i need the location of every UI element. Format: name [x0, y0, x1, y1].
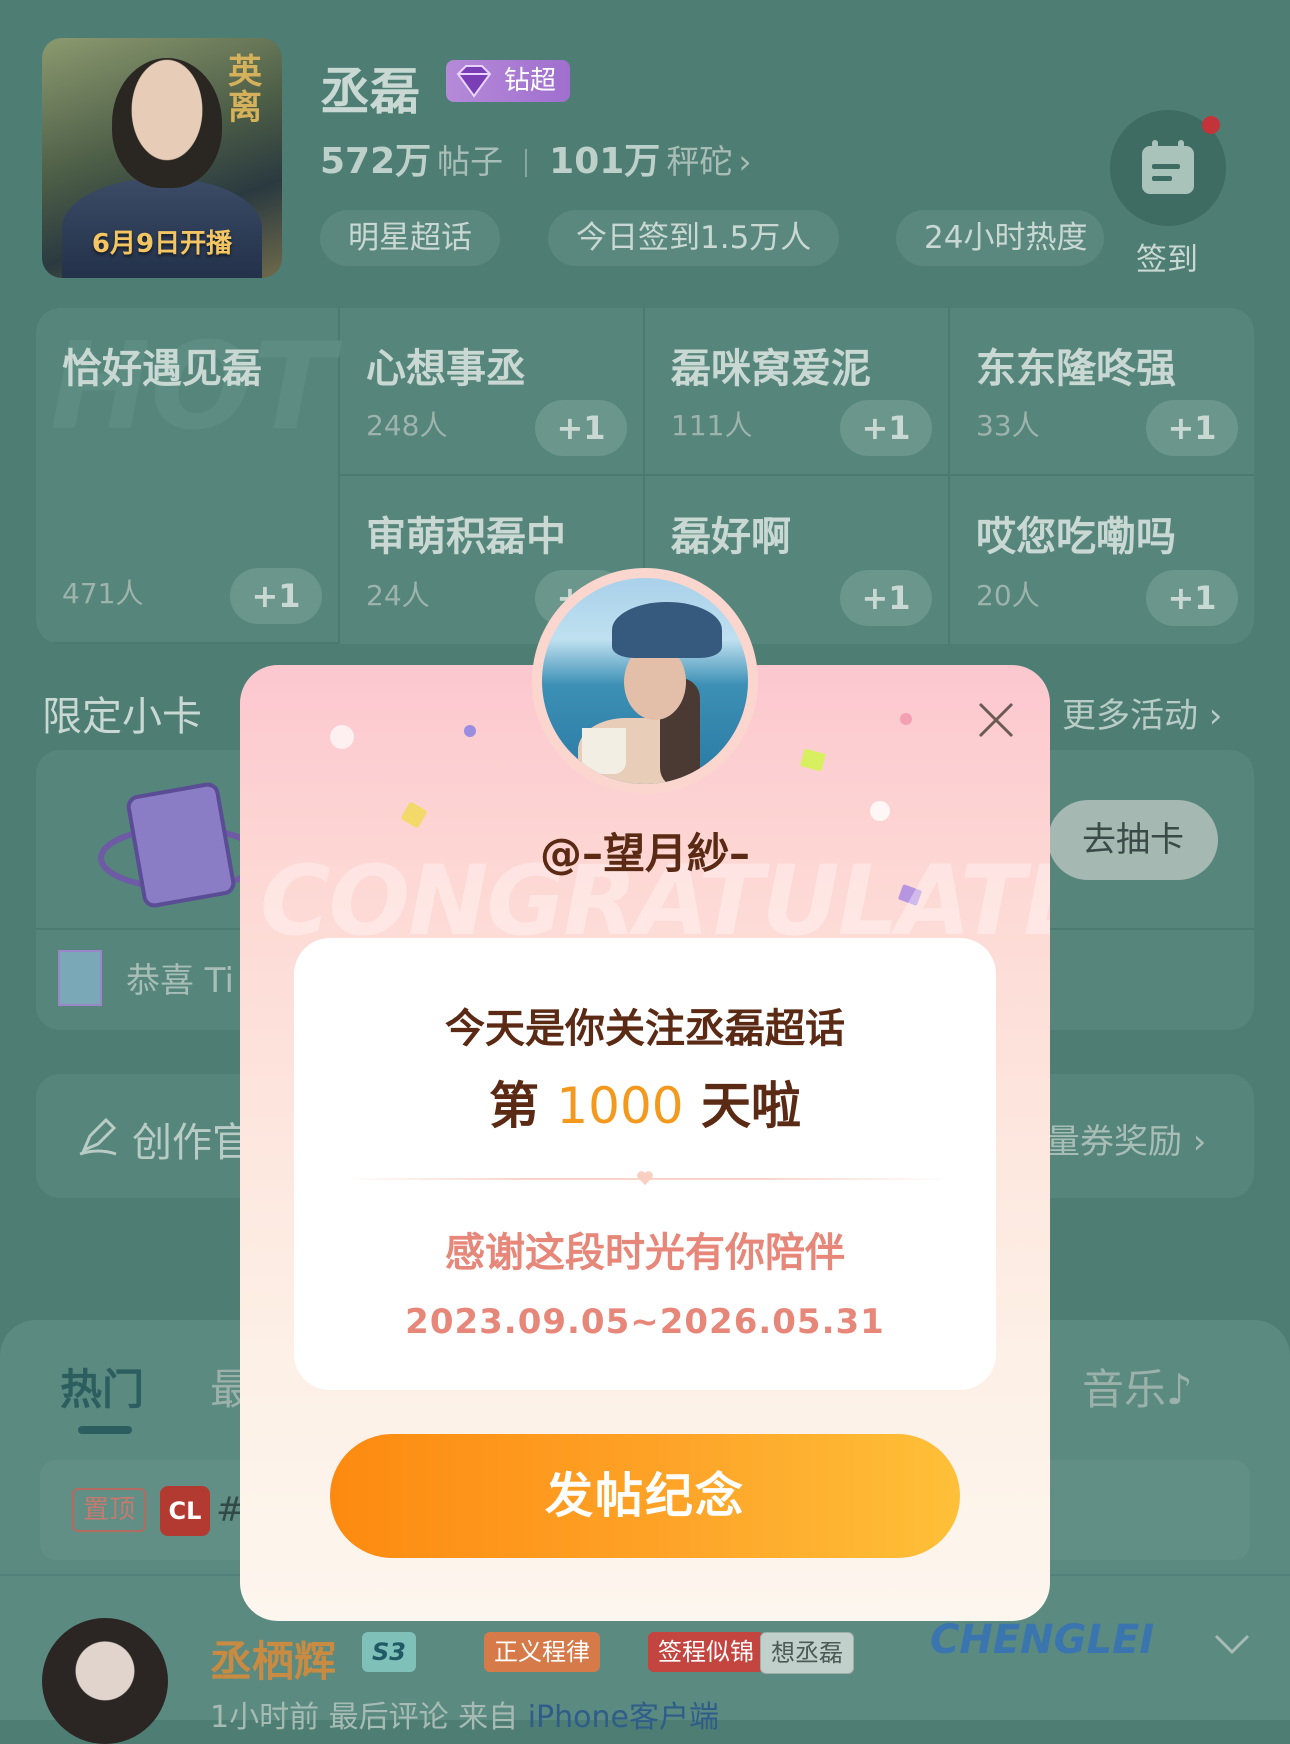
- reward-link[interactable]: 量券奖励 ›: [1046, 1114, 1206, 1163]
- badge-title: 哎您吃嘞吗: [976, 514, 1176, 560]
- badge-title: 审萌积磊中: [366, 514, 566, 560]
- supertopic-cover-image[interactable]: 英离 6月9日开播: [42, 38, 282, 278]
- chevron-right-icon: ›: [738, 142, 752, 181]
- badge-cell[interactable]: 哎您吃嘞吗 20人 +1: [950, 476, 1254, 644]
- pen-icon: [79, 1117, 117, 1156]
- more-activities-link[interactable]: 更多活动 ›: [1062, 688, 1222, 737]
- close-icon[interactable]: [974, 698, 1018, 742]
- user-badge: 签程似锦: [648, 1632, 764, 1672]
- supertopic-name: 丞磊: [320, 63, 420, 121]
- badge-title: 恰好遇见磊: [62, 346, 262, 392]
- cover-calligraphy: 英离: [228, 52, 262, 128]
- badge-count: 20人: [976, 579, 1040, 612]
- notification-dot: [1202, 116, 1220, 134]
- tab-hot[interactable]: 热门: [60, 1356, 144, 1417]
- plus-one-button[interactable]: +1: [230, 568, 322, 624]
- weights-label: 秤砣: [666, 142, 733, 181]
- winner-text: 恭喜 Ti: [126, 961, 234, 1001]
- day-count-number: 1000: [556, 1077, 684, 1135]
- badge-count: 33人: [976, 409, 1040, 442]
- creator-text: 创作官: [132, 1120, 252, 1166]
- posts-count: 572万: [320, 141, 432, 182]
- badge-count: 111人: [671, 409, 753, 442]
- active-tab-indicator: [78, 1426, 132, 1434]
- plus-one-button[interactable]: +1: [535, 400, 627, 456]
- user-handle: @–望月紗–: [539, 829, 750, 878]
- badge-title: 心想事丞: [366, 346, 526, 392]
- pill-star-topic[interactable]: 明星超话: [320, 210, 500, 266]
- thanks-message: 感谢这段时光有你陪伴: [445, 1230, 845, 1276]
- limited-cards-title: 限定小卡: [42, 694, 202, 740]
- user-badge: 想丞磊: [760, 1632, 854, 1674]
- calendar-icon: [1142, 140, 1194, 194]
- day-count-prefix: 第: [488, 1077, 557, 1135]
- plus-one-button[interactable]: +1: [840, 570, 932, 626]
- draw-card-button[interactable]: 去抽卡: [1048, 800, 1218, 880]
- tab-music[interactable]: 音乐♪: [1082, 1356, 1193, 1417]
- pill-checkin-count[interactable]: 今日签到1.5万人: [548, 210, 840, 266]
- pinned-tag: 置顶: [72, 1488, 146, 1532]
- checkin-label: 签到: [1136, 242, 1198, 278]
- user-badge: S3: [362, 1632, 416, 1672]
- pill-heat[interactable]: 24小时热度: [896, 210, 1104, 266]
- client-link[interactable]: iPhone客户端: [528, 1700, 719, 1735]
- user-badge: 正义程律: [484, 1632, 600, 1672]
- plus-one-button[interactable]: +1: [840, 400, 932, 456]
- weights-link[interactable]: 101万 秤砣 ›: [549, 141, 751, 182]
- avatar[interactable]: [42, 1618, 168, 1744]
- badge-title: 东东隆咚强: [976, 346, 1176, 392]
- supertopic-stats: 572万 帖子 101万 秤砣 ›: [320, 132, 752, 184]
- plus-one-button[interactable]: +1: [1146, 400, 1238, 456]
- supertopic-page: 英离 6月9日开播 丞磊 钻超 572万 帖子 101万 秤砣 › 明星超话 今日签到1…: [0, 0, 1290, 1744]
- diamond-icon: [456, 65, 492, 98]
- badge-cell[interactable]: 东东隆咚强 33人 +1: [950, 308, 1254, 476]
- tier-badge[interactable]: 钻超: [446, 60, 571, 102]
- badge-title: 磊好啊: [671, 514, 791, 560]
- post-meta-prefix: 1小时前 最后评论 来自: [210, 1700, 519, 1735]
- plus-one-button[interactable]: +1: [1146, 570, 1238, 626]
- day-count-suffix: 天啦: [683, 1077, 802, 1135]
- post-commemorate-button[interactable]: 发帖纪念: [330, 1434, 960, 1558]
- checkin-button[interactable]: [1110, 110, 1226, 226]
- badge-title: 磊咪窝爱泥: [671, 346, 871, 392]
- day-count-message: 第 1000 天啦: [294, 1066, 996, 1138]
- post-author-name[interactable]: 丞栖辉: [210, 1628, 336, 1689]
- avatar: [532, 568, 758, 794]
- badge-cell[interactable]: 磊咪窝爱泥 111人 +1: [645, 308, 950, 476]
- badge-count: 248人: [366, 409, 448, 442]
- winner-avatar: [58, 950, 102, 1006]
- chevron-down-icon[interactable]: [1212, 1632, 1252, 1656]
- badge-cell-first[interactable]: HOT 恰好遇见磊 471人 +1: [36, 308, 340, 644]
- weights-count: 101万: [549, 141, 661, 182]
- badge-cell[interactable]: 心想事丞 248人 +1: [340, 308, 645, 476]
- heart-icon: [637, 1171, 653, 1185]
- date-range: 2023.09.05~2026.05.31: [405, 1302, 885, 1342]
- tier-badge-label: 钻超: [504, 66, 557, 96]
- follow-message: 今天是你关注丞磊超话: [445, 1006, 845, 1052]
- posts-label: 帖子: [437, 142, 504, 181]
- post-meta: 1小时前 最后评论 来自 iPhone客户端: [210, 1692, 719, 1736]
- badge-count: 24人: [366, 579, 430, 612]
- cl-tag: CL: [160, 1486, 210, 1536]
- badge-count: 471人: [62, 577, 144, 610]
- cover-date: 6月9日开播: [91, 229, 233, 259]
